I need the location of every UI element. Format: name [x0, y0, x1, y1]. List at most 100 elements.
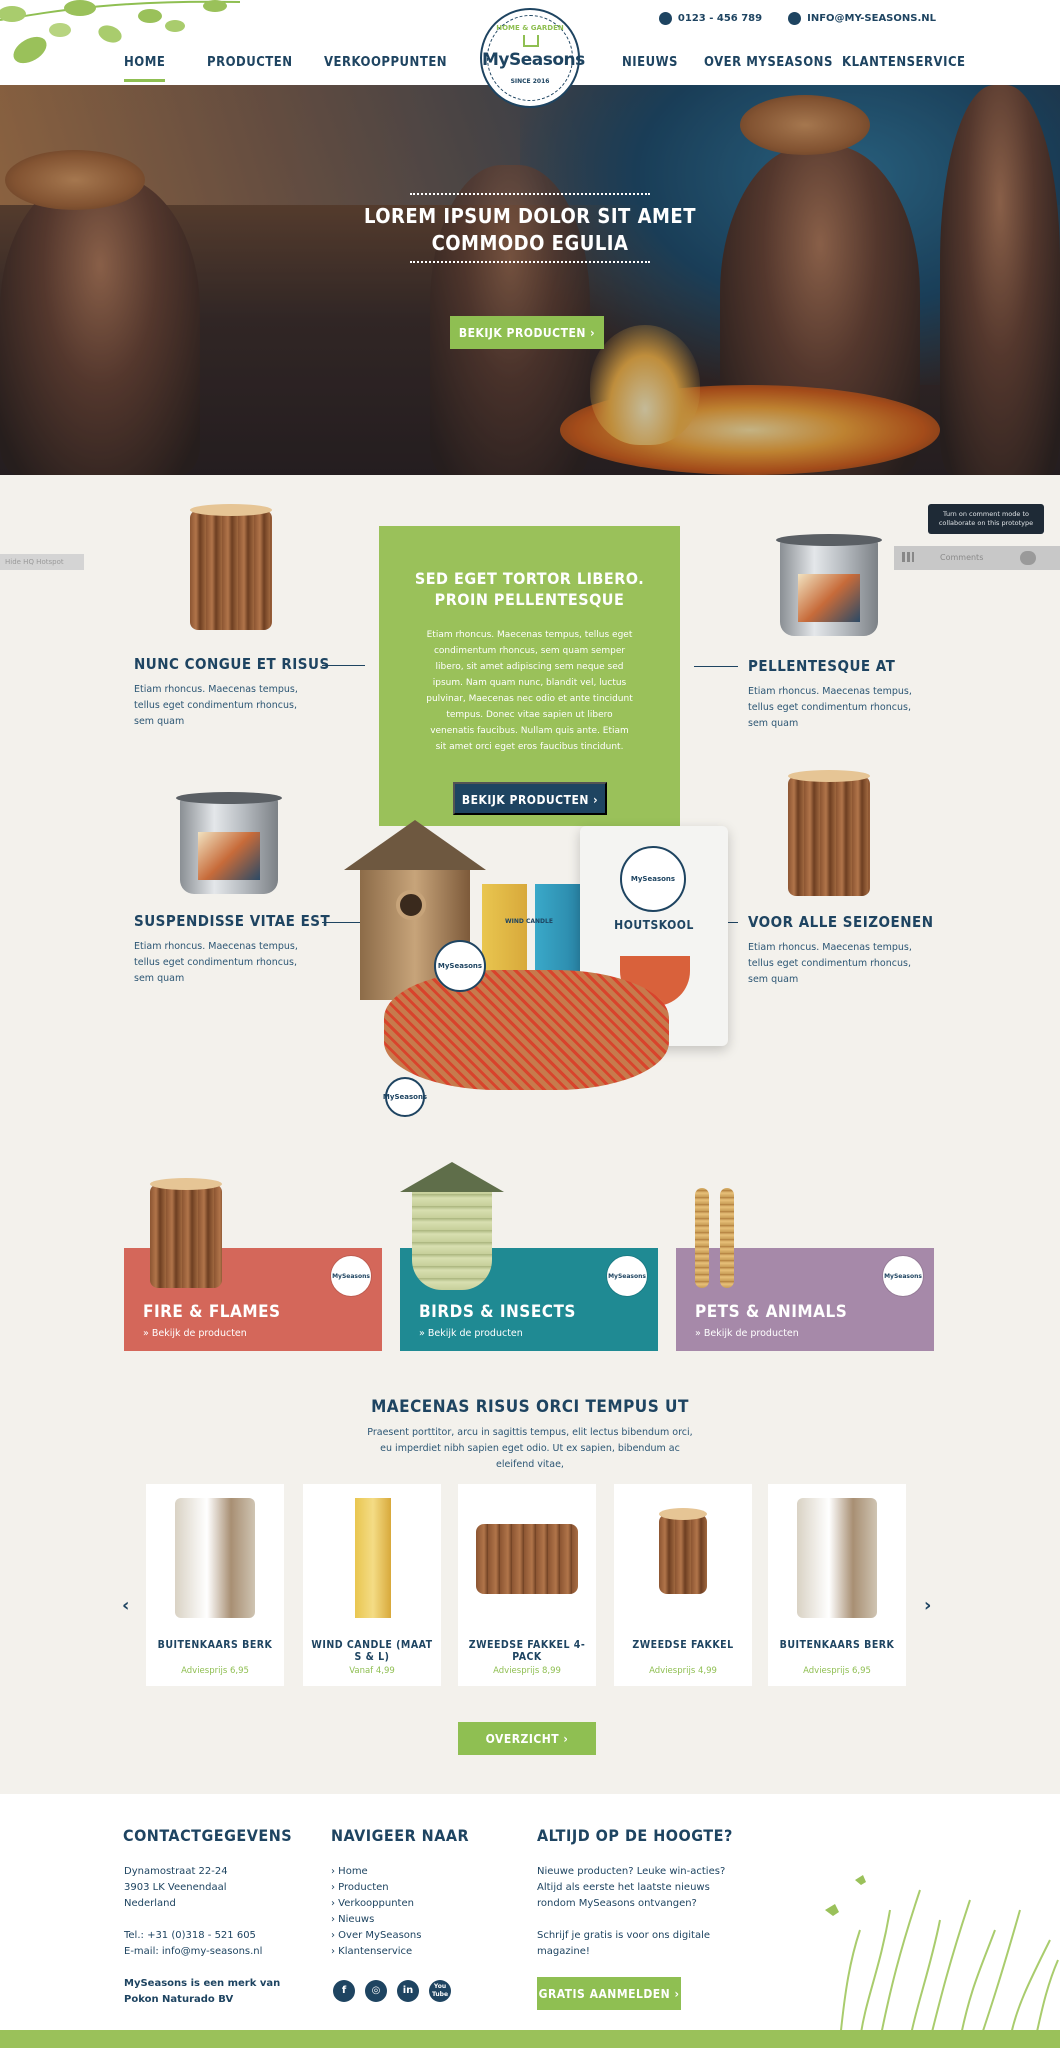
product-price: Adviesprijs 4,99	[649, 1666, 717, 1676]
footer-link-verkooppunten[interactable]: › Verkooppunten	[331, 1896, 421, 1912]
category-seal: MySeasons	[331, 1256, 371, 1296]
bucket-candle-image-2	[176, 792, 282, 894]
phone-icon	[658, 12, 672, 25]
instagram-icon[interactable]: ◎	[365, 1980, 387, 2002]
logo-since: SINCE 2016	[510, 78, 550, 85]
feature-connector-2	[694, 666, 738, 667]
carousel-next-icon[interactable]: ›	[924, 1595, 931, 1616]
newsletter-text-2: Schrijf je gratis is voor ons digitale m…	[537, 1930, 711, 1957]
product-card[interactable]: ZWEEDSE FAKKEL Adviesprijs 4,99	[614, 1484, 752, 1686]
comments-toggle[interactable]	[1020, 551, 1036, 565]
email-contact[interactable]: INFO@MY-SEASONS.NL	[788, 12, 936, 25]
prototype-comments-bar[interactable]: Comments	[894, 546, 1060, 570]
firewood-net-product	[384, 970, 669, 1090]
feature-text-3: Etiam rhoncus. Maecenas tempus, tellus e…	[134, 941, 298, 984]
birds-category-image	[400, 1162, 504, 1290]
feature-panel-title-line1: SED EGET TORTOR LIBERO.	[414, 569, 645, 588]
newsletter-text-1: Nieuwe producten? Leuke win-acties? Alti…	[537, 1866, 726, 1909]
header-contact: 0123 - 456 789 INFO@MY-SEASONS.NL	[658, 12, 936, 25]
footer-newsletter-text: Nieuwe producten? Leuke win-acties? Alti…	[537, 1864, 737, 1960]
pets-stick-1	[695, 1188, 709, 1288]
birch-candle-image	[797, 1498, 877, 1618]
nav-verkooppunten[interactable]: VERKOOPPUNTEN	[324, 55, 447, 70]
hero-title-line1: LOREM IPSUM DOLOR SIT AMET	[364, 204, 696, 228]
swedish-torch-image-2	[788, 770, 870, 896]
footer-contact-title: CONTACTGEGEVENS	[123, 1826, 293, 1845]
nav-producten[interactable]: PRODUCTEN	[207, 55, 293, 70]
birdhouse-hole	[396, 890, 426, 920]
phone-contact[interactable]: 0123 - 456 789	[658, 12, 762, 25]
contact-brand-line: Pokon Naturado BV	[124, 1994, 234, 2005]
contact-brand-line: MySeasons is een merk van	[124, 1978, 281, 1989]
category-title: FIRE & FLAMES	[143, 1302, 281, 1322]
category-card-pets[interactable]: MySeasons PETS & ANIMALS » Bekijk de pro…	[676, 1248, 934, 1351]
youtube-icon[interactable]: You Tube	[429, 1980, 451, 2002]
footer-link-klantenservice[interactable]: › Klantenservice	[331, 1944, 421, 1960]
hero-title-line2: COMMODO EGULIA	[431, 231, 629, 255]
hero-title: LOREM IPSUM DOLOR SIT AMET COMMODO EGULI…	[330, 203, 730, 257]
newsletter-signup-button[interactable]: GRATIS AANMELDEN ›	[537, 1977, 681, 2010]
overview-button[interactable]: OVERZICHT ›	[458, 1722, 596, 1755]
nav-klantenservice[interactable]: KLANTENSERVICE	[842, 55, 966, 70]
logo-tagline: HOME & GARDEN	[496, 24, 564, 32]
carousel-prev-icon[interactable]: ‹	[122, 1595, 129, 1616]
category-title: PETS & ANIMALS	[695, 1302, 848, 1322]
footer-newsletter-title: ALTIJD OP DE HOOGTE?	[537, 1826, 733, 1845]
pets-stick-2	[720, 1188, 734, 1288]
category-link[interactable]: » Bekijk de producten	[419, 1328, 523, 1339]
hero-dots-bottom	[410, 261, 650, 263]
feature-panel: SED EGET TORTOR LIBERO. PROIN PELLENTESQ…	[379, 526, 680, 826]
footer-contact-block: Dynamostraat 22-24 3903 LK Veenendaal Ne…	[124, 1864, 280, 2008]
nav-home[interactable]: HOME	[124, 55, 166, 82]
torch-image	[659, 1508, 707, 1594]
logo[interactable]: HOME & GARDEN MySeasons SINCE 2016	[480, 8, 585, 108]
nav-over-myseasons[interactable]: OVER MYSEASONS	[704, 55, 833, 70]
feature-connector-3	[322, 922, 362, 923]
bag-label: HOUTSKOOL	[614, 918, 694, 932]
prototype-hotspot-bar[interactable]: Hide HQ Hotspot	[0, 554, 84, 570]
footer-link-producten[interactable]: › Producten	[331, 1880, 421, 1896]
category-link[interactable]: » Bekijk de producten	[143, 1328, 247, 1339]
facebook-icon[interactable]: f	[333, 1980, 355, 2002]
grass-strip	[0, 2030, 1060, 2048]
products-section-text: Praesent porttitor, arcu in sagittis tem…	[367, 1427, 693, 1470]
swedish-torch-image	[190, 504, 272, 630]
contact-phone[interactable]: Tel.: +31 (0)318 - 521 605	[124, 1928, 280, 1944]
grid-icon[interactable]	[902, 552, 914, 562]
product-price: Adviesprijs 8,99	[493, 1666, 561, 1676]
product-card[interactable]: BUITENKAARS BERK Adviesprijs 6,95	[768, 1484, 906, 1686]
product-card[interactable]: WIND CANDLE (MAAT S & L) Vanaf 4,99	[303, 1484, 441, 1686]
house-icon	[523, 35, 539, 47]
product-price: Adviesprijs 6,95	[803, 1666, 871, 1676]
net-logo-seal: MySeasons	[383, 1077, 427, 1117]
linkedin-icon[interactable]: in	[397, 1980, 419, 2002]
contact-email[interactable]: E-mail: info@my-seasons.nl	[124, 1944, 280, 1960]
feature-panel-text: Etiam rhoncus. Maecenas tempus, tellus e…	[426, 630, 633, 752]
comments-label: Comments	[940, 553, 984, 562]
contact-address-line: 3903 LK Veenendaal	[124, 1882, 227, 1893]
footer-link-home[interactable]: › Home	[331, 1864, 421, 1880]
category-link[interactable]: » Bekijk de producten	[695, 1328, 799, 1339]
product-name: WIND CANDLE (MAAT S & L)	[311, 1639, 433, 1663]
logo-name: MySeasons	[482, 50, 585, 70]
product-name: BUITENKAARS BERK	[157, 1639, 273, 1651]
feature-cta-button[interactable]: BEKIJK PRODUCTEN ›	[453, 782, 607, 815]
feature-title-1: NUNC CONGUE ET RISUS	[134, 655, 330, 673]
grass-decoration	[825, 1875, 1059, 2040]
product-card[interactable]: ZWEEDSE FAKKEL 4-PACK Adviesprijs 8,99	[458, 1484, 596, 1686]
footer-link-over[interactable]: › Over MySeasons	[331, 1928, 421, 1944]
category-seal: MySeasons	[883, 1256, 923, 1296]
mail-icon	[788, 12, 802, 25]
product-price: Vanaf 4,99	[349, 1666, 395, 1676]
feature-panel-title: SED EGET TORTOR LIBERO. PROIN PELLENTESQ…	[379, 568, 680, 610]
hero-cta-button[interactable]: BEKIJK PRODUCTEN ›	[450, 316, 604, 349]
product-card[interactable]: BUITENKAARS BERK Adviesprijs 6,95	[146, 1484, 284, 1686]
torch-4pack-image	[476, 1524, 578, 1594]
nav-nieuws[interactable]: NIEUWS	[622, 55, 678, 70]
wind-candle-label: WIND CANDLE	[505, 918, 553, 925]
feature-text-2: Etiam rhoncus. Maecenas tempus, tellus e…	[748, 686, 912, 729]
bucket-candle-image	[776, 534, 882, 636]
footer-link-nieuws[interactable]: › Nieuws	[331, 1912, 421, 1928]
fire-category-image	[150, 1178, 222, 1288]
feature-text-1: Etiam rhoncus. Maecenas tempus, tellus e…	[134, 684, 298, 727]
